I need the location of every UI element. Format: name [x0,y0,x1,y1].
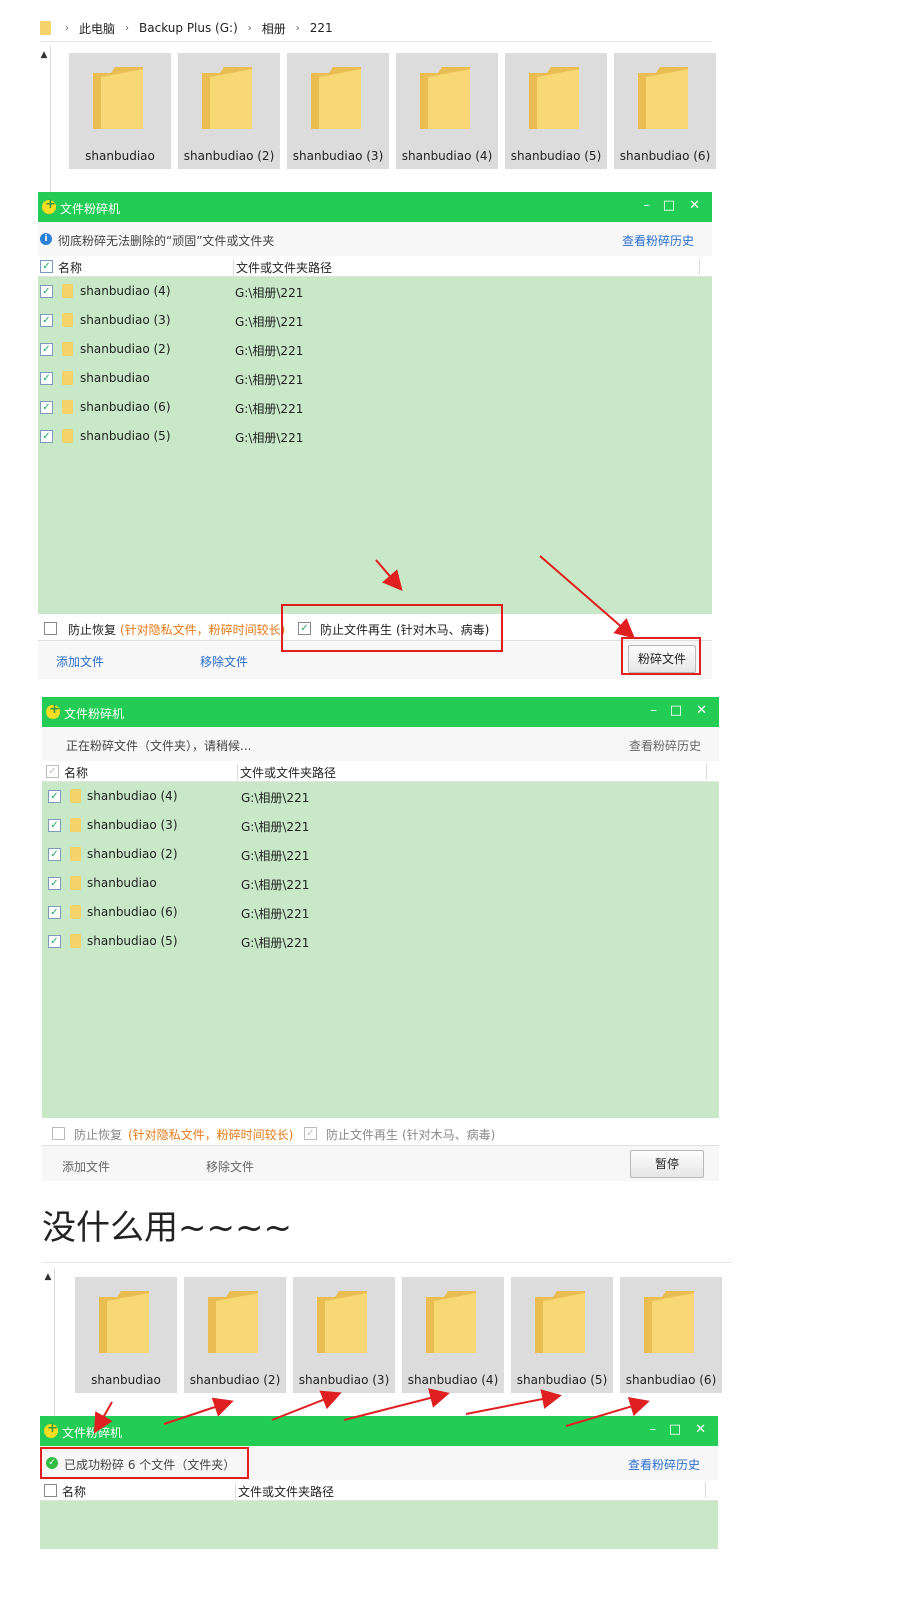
arrow-to-folder [163,1397,234,1425]
arrow-to-folder [343,1388,450,1421]
arrow-to-folder [465,1389,562,1415]
annotation-arrows [94,555,650,1434]
arrow-to-shred-button [539,555,636,639]
arrow-to-success-message [94,1401,113,1434]
arrow-to-regen-option [375,559,403,592]
arrow-to-folder [565,1397,650,1427]
arrow-to-folder [271,1390,342,1421]
